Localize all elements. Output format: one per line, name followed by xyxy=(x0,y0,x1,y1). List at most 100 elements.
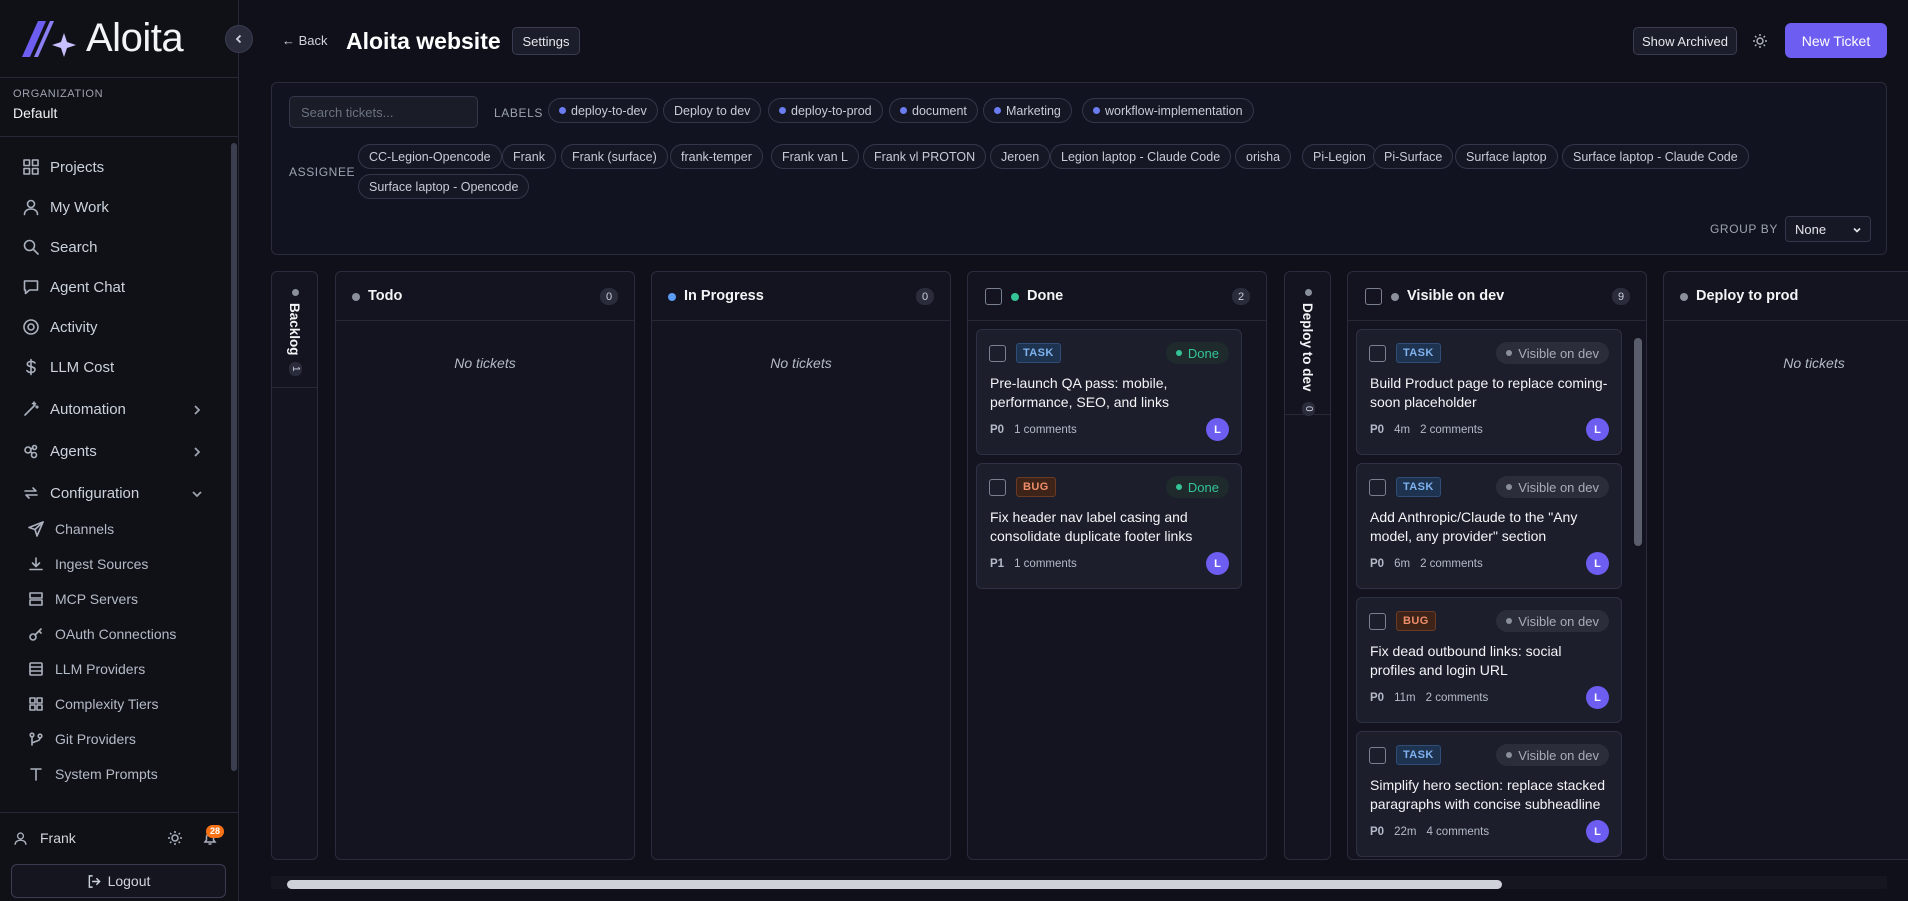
assignee-filter-chip[interactable]: Surface laptop - Opencode xyxy=(358,174,530,199)
assignee-filter-chip[interactable]: CC-Legion-Opencode xyxy=(358,144,502,169)
ticket-status-pill[interactable]: Visible on dev xyxy=(1496,610,1609,632)
nav-ingest-sources[interactable]: Ingest Sources xyxy=(28,556,148,572)
assignee-filter-chip[interactable]: Pi-Surface xyxy=(1373,144,1454,169)
search-tickets-input[interactable] xyxy=(289,96,478,128)
ticket-checkbox[interactable] xyxy=(1369,747,1386,764)
column-title: Done xyxy=(1027,288,1064,304)
select-all-checkbox[interactable] xyxy=(1365,288,1382,305)
assignee-filter-chip[interactable]: orisha xyxy=(1235,144,1292,169)
assignee-filter-chip[interactable]: frank-temper xyxy=(670,144,763,169)
label-filter-chip[interactable]: deploy-to-prod xyxy=(768,98,883,123)
assignee-filter-chip[interactable]: Surface laptop - Claude Code xyxy=(1562,144,1749,169)
ticket-checkbox[interactable] xyxy=(1369,345,1386,362)
ticket-status-pill[interactable]: Visible on dev xyxy=(1496,342,1609,364)
label-color-dot xyxy=(1093,107,1100,114)
new-ticket-button[interactable]: New Ticket xyxy=(1785,23,1887,58)
logout-label: Logout xyxy=(107,873,151,889)
nav-projects[interactable]: Projects xyxy=(22,158,104,176)
ticket-card[interactable]: BUG Visible on dev Fix dead outbound links… xyxy=(1356,597,1622,723)
ticket-meta: P0 4m 2 comments xyxy=(1370,424,1483,436)
ticket-meta: P0 11m 2 comments xyxy=(1370,692,1488,704)
select-all-checkbox[interactable] xyxy=(985,288,1002,305)
assignee-filter-chip[interactable]: Legion laptop - Claude Code xyxy=(1050,144,1232,169)
bot-icon xyxy=(24,444,38,459)
column-backlog[interactable]: Backlog 1 xyxy=(271,271,318,860)
nav-complexity-tiers[interactable]: Complexity Tiers xyxy=(28,696,158,712)
ticket-checkbox[interactable] xyxy=(1369,479,1386,496)
label-filter-chip[interactable]: Marketing xyxy=(983,98,1072,123)
ticket-priority: P0 xyxy=(1370,558,1385,570)
ticket-card[interactable]: TASK Done Pre-launch QA pass: mobile, perf… xyxy=(976,329,1242,455)
chevron-right-icon[interactable] xyxy=(190,445,204,459)
nav-llm-cost[interactable]: LLM Cost xyxy=(22,358,114,376)
nav-search[interactable]: Search xyxy=(22,238,98,256)
filter-panel: LABELS deploy-to-dev Deploy to dev deploy-… xyxy=(271,82,1887,255)
label-filter-chip[interactable]: Deploy to dev xyxy=(663,98,762,123)
ticket-card[interactable]: TASK Visible on dev Simplify hero section:… xyxy=(1356,731,1622,857)
chevron-right-icon[interactable] xyxy=(190,403,204,417)
organization-switcher[interactable]: ORGANIZATION Default xyxy=(13,88,103,121)
label-filter-chip[interactable]: document xyxy=(889,98,978,123)
column-header: Visible on dev 9 xyxy=(1348,272,1646,321)
server-icon xyxy=(29,592,43,606)
ticket-checkbox[interactable] xyxy=(989,479,1006,496)
back-link[interactable]: ← Back xyxy=(282,33,328,48)
avatar: L xyxy=(1206,418,1229,441)
ticket-status-pill[interactable]: Visible on dev xyxy=(1496,476,1609,498)
assignee-filter-chip[interactable]: Frank xyxy=(502,144,556,169)
settings-button[interactable]: Settings xyxy=(512,27,580,55)
wand-icon xyxy=(24,401,39,416)
logout-button[interactable]: Logout xyxy=(11,864,226,898)
nav-automation[interactable]: Automation xyxy=(22,400,126,418)
column-scrollbar[interactable] xyxy=(1634,338,1642,546)
chevron-down-icon[interactable] xyxy=(190,487,204,501)
nav-channels[interactable]: Channels xyxy=(28,521,114,537)
ticket-card[interactable]: BUG Done Fix header nav label casing and c… xyxy=(976,463,1242,589)
assignee-filter-chip[interactable]: Frank van L xyxy=(771,144,860,169)
assignee-filter-chip[interactable]: Frank vl PROTON xyxy=(863,144,987,169)
ticket-checkbox[interactable] xyxy=(989,345,1006,362)
column-count: 9 xyxy=(1612,288,1630,305)
ticket-status-pill[interactable]: Visible on dev xyxy=(1496,744,1609,766)
nav-my-work[interactable]: My Work xyxy=(22,198,109,216)
sidebar: Aloita ORGANIZATION Default Projects My … xyxy=(0,0,239,901)
column-deploy-to-dev[interactable]: Deploy to dev 0 xyxy=(1284,271,1331,860)
status-text: Done xyxy=(1187,479,1219,495)
assignee-filter-chip[interactable]: Surface laptop xyxy=(1455,144,1558,169)
nav-agent-chat[interactable]: Agent Chat xyxy=(22,278,125,296)
label-filter-chip[interactable]: deploy-to-dev xyxy=(548,98,658,123)
ticket-card[interactable]: TASK Visible on dev Build Product page to … xyxy=(1356,329,1622,455)
column-title: Backlog xyxy=(287,303,302,356)
ticket-card[interactable]: TASK Visible on dev Add Anthropic/Claude t… xyxy=(1356,463,1622,589)
assignee-filter-chip[interactable]: Frank (surface) xyxy=(561,144,668,169)
ticket-checkbox[interactable] xyxy=(1369,613,1386,630)
nav-agents[interactable]: Agents xyxy=(22,442,97,460)
label-filter-chip[interactable]: workflow-implementation xyxy=(1082,98,1254,123)
column-title: Deploy to dev xyxy=(1300,303,1315,392)
nav-git-providers[interactable]: Git Providers xyxy=(28,731,136,747)
group-by-select[interactable]: None xyxy=(1785,216,1871,242)
ticket-title: Simplify hero section: replace stacked p… xyxy=(1370,777,1605,812)
nav-system-prompts[interactable]: System Prompts xyxy=(28,766,158,782)
nav-activity[interactable]: Activity xyxy=(22,318,98,336)
ticket-status-pill[interactable]: Done xyxy=(1165,342,1229,364)
sidebar-scrollbar[interactable] xyxy=(231,143,237,771)
nav-oauth-connections[interactable]: OAuth Connections xyxy=(28,626,176,642)
theme-toggle-icon[interactable] xyxy=(1752,33,1768,49)
assignee-filter-chip[interactable]: Pi-Legion xyxy=(1302,144,1377,169)
board-scrollbar-thumb[interactable] xyxy=(287,880,1502,889)
ticket-title: Add Anthropic/Claude to the "Any model, … xyxy=(1370,509,1578,544)
user-menu[interactable]: Frank xyxy=(13,830,227,846)
show-archived-button[interactable]: Show Archived xyxy=(1633,27,1737,55)
nav-configuration[interactable]: Configuration xyxy=(22,484,139,502)
nav-llm-providers[interactable]: LLM Providers xyxy=(28,661,145,677)
ticket-age: 4m xyxy=(1394,424,1411,436)
empty-state: No tickets xyxy=(1783,355,1845,371)
sidebar-collapse-button[interactable] xyxy=(225,25,253,53)
assignee-filter-chip[interactable]: Jeroen xyxy=(990,144,1051,169)
nav-mcp-servers[interactable]: MCP Servers xyxy=(28,591,138,607)
ticket-comments: 2 comments xyxy=(1420,558,1483,570)
app-logo[interactable]: Aloita xyxy=(20,16,184,61)
ticket-status-pill[interactable]: Done xyxy=(1165,476,1229,498)
sun-icon[interactable] xyxy=(167,830,183,846)
